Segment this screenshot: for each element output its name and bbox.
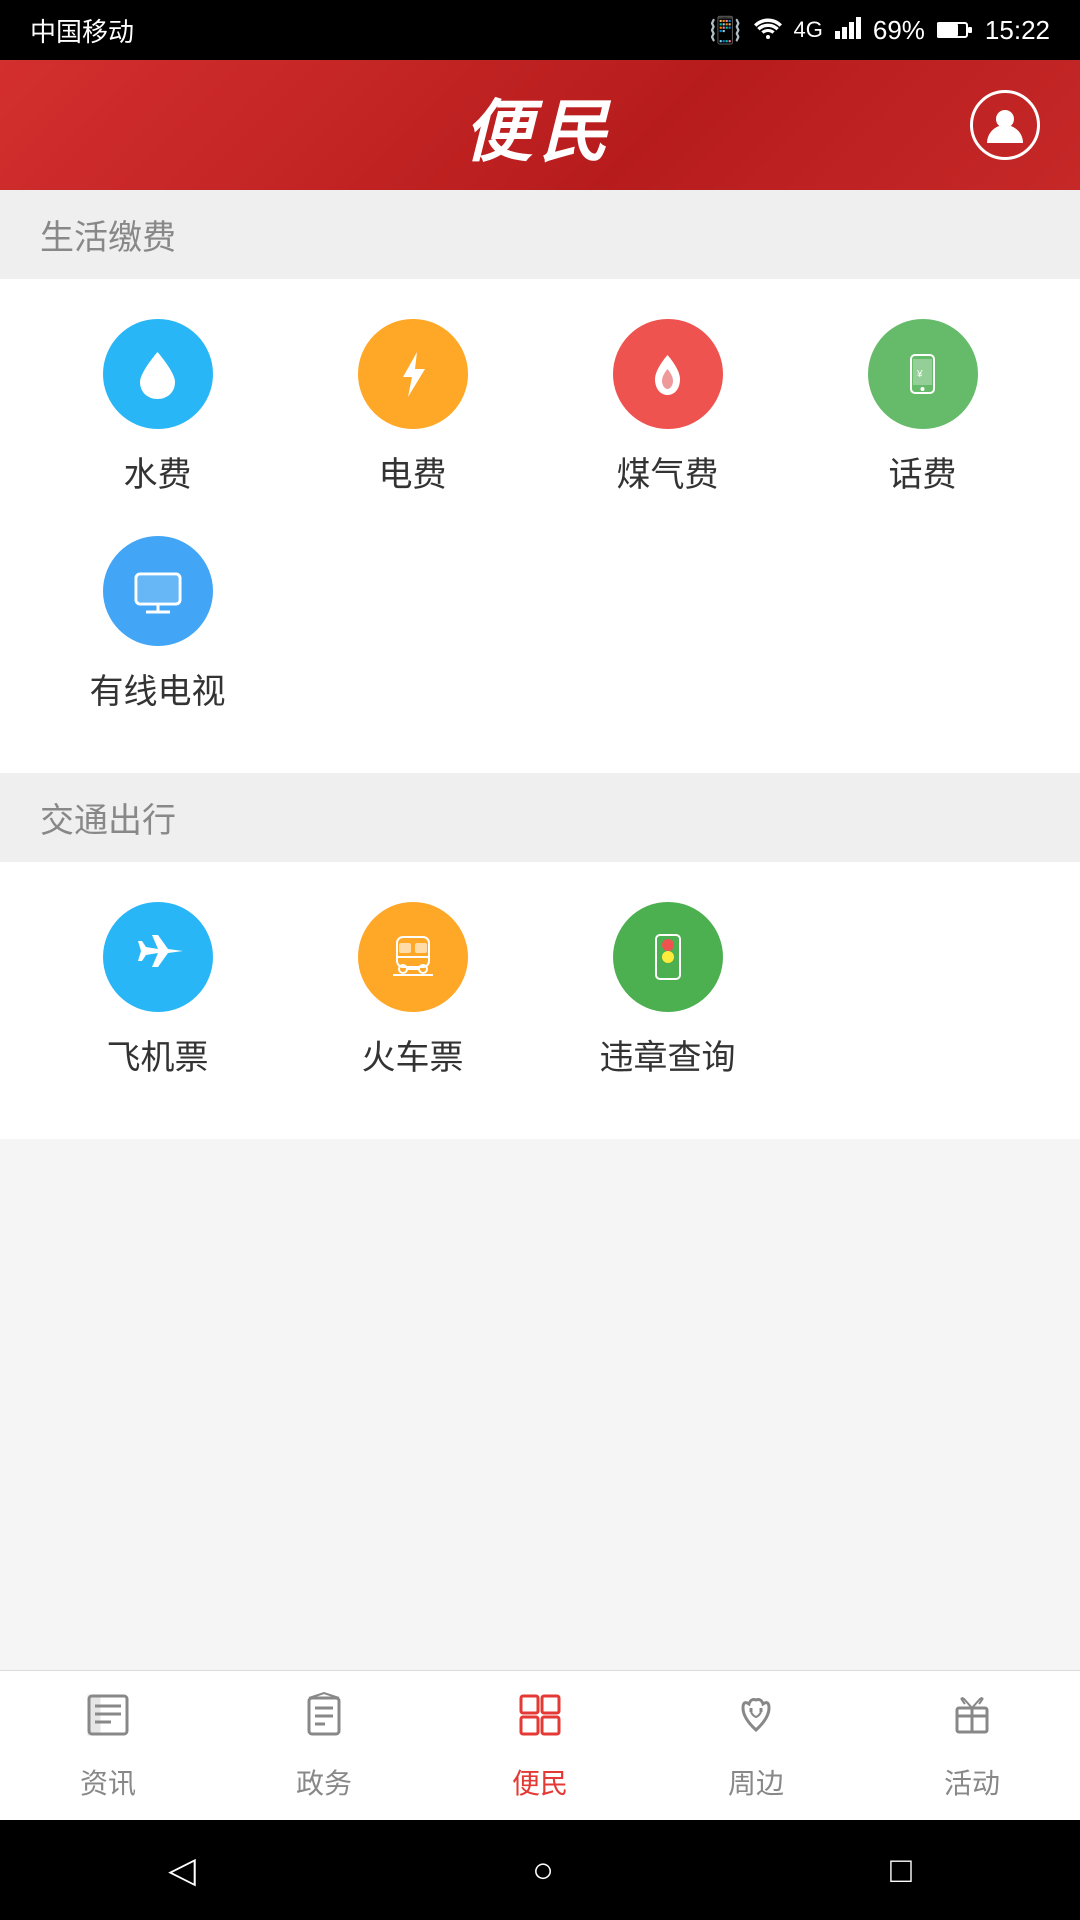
flight-icon: [103, 902, 213, 1012]
transportation-row1: 飞机票 火车票: [0, 902, 1080, 1119]
app-header: 便民: [0, 60, 1080, 190]
cable-tv-icon: [103, 536, 213, 646]
phone-icon: ¥: [868, 319, 978, 429]
flight-item[interactable]: 飞机票: [30, 902, 285, 1079]
news-label: 资讯: [80, 1762, 136, 1802]
system-nav: ◁ ○ □: [0, 1820, 1080, 1920]
battery-icon: [937, 15, 973, 46]
4g-label: 4G: [794, 17, 823, 43]
electricity-icon: [358, 319, 468, 429]
life-payment-header: 生活缴费: [0, 190, 1080, 279]
gas-label: 煤气费: [617, 447, 719, 496]
nav-convenient[interactable]: 便民: [512, 1690, 568, 1802]
bottom-nav: 资讯 政务 便民: [0, 1670, 1080, 1820]
transportation-header: 交通出行: [0, 773, 1080, 862]
convenient-icon: [515, 1690, 565, 1752]
status-bar: 中国移动 📳 4G 69%: [0, 0, 1080, 60]
electricity-label: 电费: [379, 447, 447, 496]
signal-icon: [835, 15, 861, 46]
nav-nearby[interactable]: 周边: [728, 1690, 784, 1802]
back-button[interactable]: ◁: [168, 1849, 196, 1891]
cable-tv-item[interactable]: 有线电视: [30, 536, 285, 713]
news-icon: [83, 1690, 133, 1752]
svg-text:¥: ¥: [916, 369, 923, 380]
life-payment-row1: 水费 电费 煤气费: [0, 319, 1080, 536]
gas-icon: [613, 319, 723, 429]
train-item[interactable]: 火车票: [285, 902, 540, 1079]
water-item[interactable]: 水费: [30, 319, 285, 496]
nav-activity[interactable]: 活动: [944, 1690, 1000, 1802]
nearby-label: 周边: [728, 1762, 784, 1802]
train-icon: [358, 902, 468, 1012]
transportation-grid: 飞机票 火车票: [0, 862, 1080, 1139]
flight-label: 飞机票: [107, 1030, 209, 1079]
wifi-icon: [754, 15, 782, 46]
activity-icon: [947, 1690, 997, 1752]
convenient-label: 便民: [512, 1762, 568, 1802]
nearby-icon: [731, 1690, 781, 1752]
life-payment-row2: 有线电视: [0, 536, 1080, 753]
phone-item[interactable]: ¥ 话费: [795, 319, 1050, 496]
nav-government[interactable]: 政务: [296, 1690, 352, 1802]
violation-icon: [613, 902, 723, 1012]
train-label: 火车票: [362, 1030, 464, 1079]
status-icons: 📳 4G 69% 15:22: [709, 15, 1050, 46]
recent-button[interactable]: □: [890, 1849, 912, 1891]
gas-item[interactable]: 煤气费: [540, 319, 795, 496]
vibrate-icon: 📳: [709, 15, 741, 46]
violation-label: 违章查询: [600, 1030, 736, 1079]
phone-label: 话费: [889, 447, 957, 496]
water-label: 水费: [124, 447, 192, 496]
time-label: 15:22: [985, 15, 1050, 46]
avatar-button[interactable]: [970, 90, 1040, 160]
carrier-label: 中国移动: [30, 12, 134, 49]
cable-tv-label: 有线电视: [90, 664, 226, 713]
water-icon: [103, 319, 213, 429]
electricity-item[interactable]: 电费: [285, 319, 540, 496]
government-icon: [299, 1690, 349, 1752]
violation-item[interactable]: 违章查询: [540, 902, 795, 1079]
nav-news[interactable]: 资讯: [80, 1690, 136, 1802]
home-button[interactable]: ○: [532, 1849, 554, 1891]
battery-label: 69%: [873, 15, 925, 46]
life-payment-grid: 水费 电费 煤气费: [0, 279, 1080, 773]
activity-label: 活动: [944, 1762, 1000, 1802]
app-title: 便民: [464, 76, 616, 175]
government-label: 政务: [296, 1762, 352, 1802]
